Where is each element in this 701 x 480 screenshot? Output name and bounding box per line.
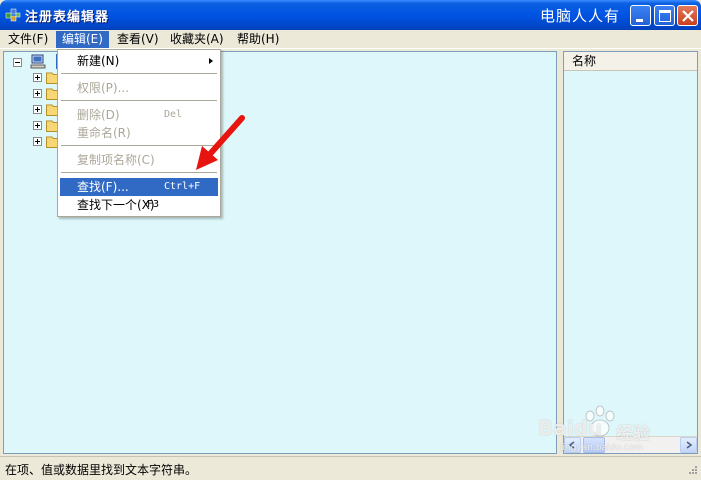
title-bar[interactable]: 注册表编辑器 电脑人人有: [0, 0, 701, 30]
menu-item-new[interactable]: 新建(N): [60, 52, 218, 70]
menu-separator: [61, 100, 217, 101]
title-watermark: 电脑人人有: [540, 7, 621, 25]
submenu-arrow-icon: [209, 58, 213, 64]
menu-item-label: 权限(P)...: [77, 81, 130, 95]
menu-item-permissions[interactable]: 权限(P)...: [60, 79, 218, 97]
collapse-icon[interactable]: [13, 58, 22, 67]
list-pane[interactable]: 名称: [563, 51, 698, 454]
annotation-arrow-icon: [196, 115, 245, 170]
menu-separator: [61, 73, 217, 74]
menu-item-find[interactable]: 查找(F)... Ctrl+F: [60, 178, 218, 196]
menu-item-label: 复制项名称(C): [77, 153, 155, 167]
menu-item-shortcut: Del: [164, 109, 183, 120]
expand-icon[interactable]: [33, 105, 42, 114]
close-icon: [682, 10, 694, 22]
menu-bar: 文件(F) 编辑(E) 查看(V) 收藏夹(A) 帮助(H): [0, 30, 701, 49]
menu-item-shortcut: F3: [147, 199, 160, 210]
column-header-name[interactable]: 名称: [564, 52, 697, 71]
menu-view[interactable]: 查看(V): [111, 31, 165, 48]
menu-file[interactable]: 文件(F): [2, 31, 54, 48]
menu-item-label: 重命名(R): [77, 126, 131, 140]
regedit-icon: [5, 8, 21, 22]
expand-icon[interactable]: [33, 137, 42, 146]
baidu-watermark-product: 经验: [616, 424, 650, 444]
expand-icon[interactable]: [33, 73, 42, 82]
expand-icon[interactable]: [33, 121, 42, 130]
menu-item-label: 新建(N): [77, 54, 120, 68]
minimize-button[interactable]: [630, 5, 651, 26]
minimize-icon: [636, 19, 643, 22]
status-text: 在项、值或数据里找到文本字符串。: [5, 463, 198, 477]
close-button[interactable]: [677, 5, 698, 26]
menu-item-shortcut: Ctrl+F: [164, 181, 201, 192]
status-bar: 在项、值或数据里找到文本字符串。: [0, 456, 701, 480]
menu-item-label: 查找下一个(X): [77, 198, 155, 212]
window-title: 注册表编辑器: [25, 10, 110, 25]
menu-favorites[interactable]: 收藏夹(A): [164, 31, 230, 48]
baidu-watermark-brand: Baidu: [538, 416, 603, 440]
computer-icon: [30, 54, 46, 69]
maximize-icon: [659, 10, 671, 22]
menu-help[interactable]: 帮助(H): [231, 31, 285, 48]
expand-icon[interactable]: [33, 89, 42, 98]
maximize-button[interactable]: [654, 5, 675, 26]
menu-edit[interactable]: 编辑(E): [56, 31, 109, 48]
menu-item-find-next[interactable]: 查找下一个(X) F3: [60, 196, 218, 214]
baidu-watermark-url: jingyan.baidu.com: [560, 443, 644, 453]
resize-grip-icon[interactable]: [686, 465, 698, 477]
menu-item-label: 删除(D): [77, 108, 120, 122]
menu-item-label: 查找(F)...: [77, 180, 129, 194]
